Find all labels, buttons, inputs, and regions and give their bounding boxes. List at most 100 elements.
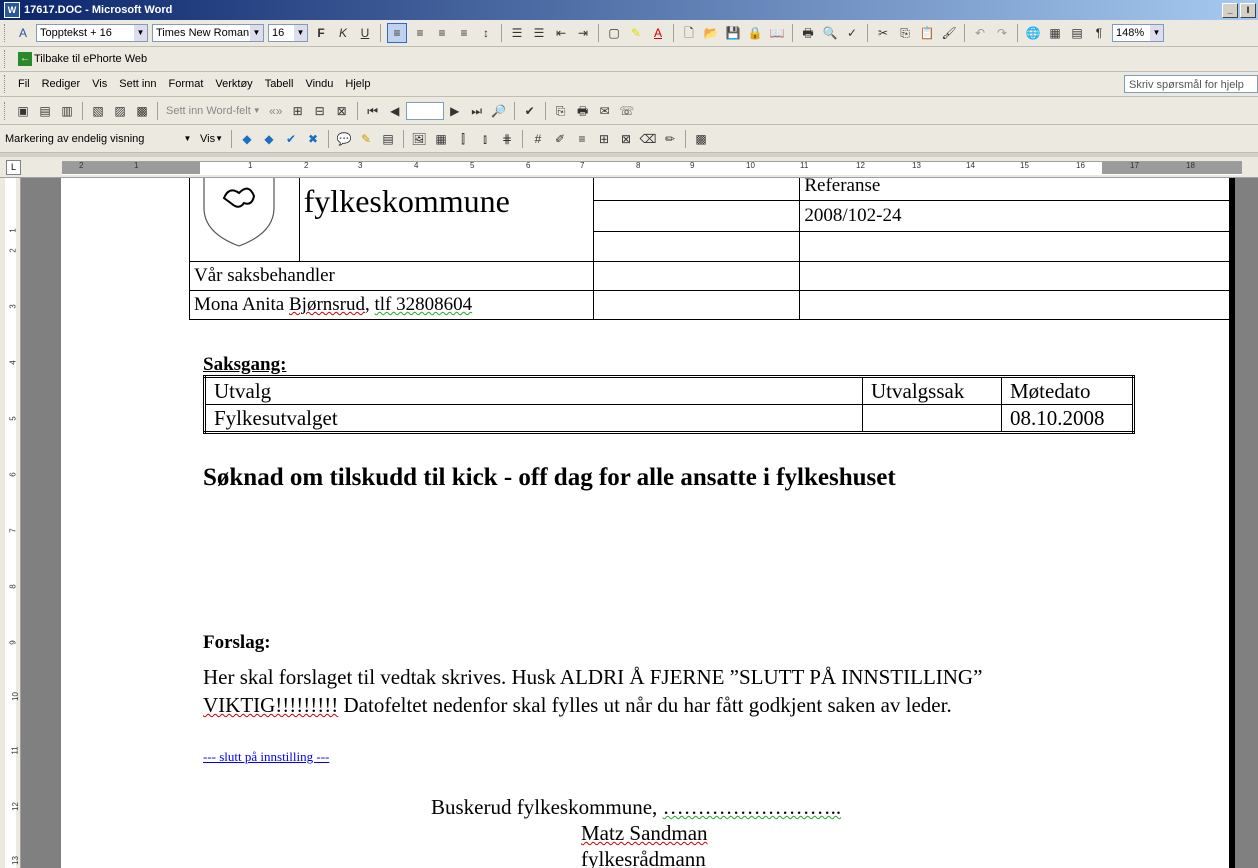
hyperlink-icon[interactable]: 🌐 <box>1024 24 1042 42</box>
menu-vis[interactable]: Vis <box>92 78 107 90</box>
bold-button[interactable]: F <box>312 24 330 42</box>
style-dropdown[interactable]: Topptekst + 16 ▼ <box>36 24 148 42</box>
eraser-icon[interactable]: ⌫ <box>639 130 657 148</box>
print-preview-icon[interactable]: 🔍 <box>821 24 839 42</box>
table-icon[interactable]: # <box>529 130 547 148</box>
record-number-input[interactable] <box>405 101 444 120</box>
paste-icon[interactable]: 📋 <box>918 24 936 42</box>
chevron-down-icon[interactable]: ▼ <box>250 25 263 41</box>
line-spacing-icon[interactable]: ↕ <box>477 24 495 42</box>
help-search-input[interactable]: Skriv spørsmål for hjelp <box>1124 75 1258 93</box>
menu-hjelp[interactable]: Hjelp <box>345 78 370 90</box>
vertical-ruler[interactable]: 1 2 3 4 5 6 7 8 9 10 11 12 13 <box>0 178 21 868</box>
insert-table-icon[interactable]: ▤ <box>1068 24 1086 42</box>
spelling-icon[interactable]: ✓ <box>843 24 861 42</box>
decrease-indent-icon[interactable]: ⇤ <box>552 24 570 42</box>
redo-icon[interactable]: ↷ <box>993 24 1011 42</box>
copy-icon[interactable]: ⎘ <box>896 24 914 42</box>
ruler-strip[interactable]: 1 2 3 4 5 6 7 8 9 10 11 12 13 <box>5 178 20 868</box>
permission-icon[interactable]: 🔒 <box>746 24 764 42</box>
open-data-source-icon[interactable]: ▤ <box>36 102 54 120</box>
distribute-rows-icon[interactable]: ⋕ <box>498 130 516 148</box>
toolbar-grip[interactable] <box>4 75 8 93</box>
main-document-setup-icon[interactable]: ▣ <box>14 102 32 120</box>
research-icon[interactable]: 📖 <box>768 24 786 42</box>
bullets-icon[interactable]: ☰ <box>530 24 548 42</box>
match-fields-icon[interactable]: ⊟ <box>311 102 329 120</box>
show-markup-button[interactable]: Vis ▼ <box>200 133 223 145</box>
cut-icon[interactable]: ✂ <box>874 24 892 42</box>
word-app-icon[interactable]: W <box>4 2 20 18</box>
reviewing-pane-icon[interactable]: ▤ <box>379 130 397 148</box>
merge-printer-icon[interactable]: 🖶 <box>574 102 592 120</box>
merge-fax-icon[interactable]: ☏ <box>618 102 636 120</box>
insert-picture-icon[interactable]: 🖼 <box>410 130 428 148</box>
merge-cells-icon[interactable]: ⊞ <box>595 130 613 148</box>
chevron-down-icon[interactable]: ▼ <box>134 25 147 41</box>
align-center-icon[interactable]: ≡ <box>411 24 429 42</box>
document-area[interactable]: fylkeskommune Referanse 2008/102-24 Vår … <box>21 178 1258 868</box>
tab-selector[interactable]: L <box>6 160 21 175</box>
reject-change-icon[interactable]: ✖ <box>304 130 322 148</box>
lines-icon[interactable]: ≡ <box>573 130 591 148</box>
previous-record-icon[interactable]: ◀ <box>386 102 404 120</box>
tables-borders-icon[interactable]: ▦ <box>1046 24 1064 42</box>
merge-new-document-icon[interactable]: ⎘ <box>552 102 570 120</box>
justify-icon[interactable]: ≡ <box>455 24 473 42</box>
draw-table-icon[interactable]: ✐ <box>551 130 569 148</box>
size-dropdown[interactable]: 16 ▼ <box>268 24 308 42</box>
menu-vindu[interactable]: Vindu <box>305 78 333 90</box>
autoformat-icon[interactable]: ▩ <box>692 130 710 148</box>
insert-chart-icon[interactable]: ▦ <box>432 130 450 148</box>
insert-word-field-button[interactable]: Sett inn Word-felt ▼ <box>166 105 261 117</box>
menu-fil[interactable]: Fil <box>18 78 30 90</box>
increase-indent-icon[interactable]: ⇥ <box>574 24 592 42</box>
next-record-icon[interactable]: ▶ <box>446 102 464 120</box>
save-icon[interactable]: 💾 <box>724 24 742 42</box>
ruler-strip[interactable]: 2 1 1 2 3 4 5 6 7 8 9 10 11 12 13 14 15 … <box>62 161 1242 175</box>
menu-verktoy[interactable]: Verktøy <box>215 78 252 90</box>
insert-greeting-icon[interactable]: ▨ <box>111 102 129 120</box>
menu-rediger[interactable]: Rediger <box>42 78 81 90</box>
align-left-icon[interactable]: ≡ <box>387 23 407 43</box>
first-record-icon[interactable]: ⏮ <box>364 102 382 120</box>
new-document-icon[interactable]: 🗋 <box>680 24 698 42</box>
insert-column-icon[interactable]: ⫿ <box>454 130 472 148</box>
propagate-labels-icon[interactable]: ⊠ <box>333 102 351 120</box>
check-errors-icon[interactable]: ✔ <box>521 102 539 120</box>
styles-icon[interactable]: A <box>14 24 32 42</box>
font-color-icon[interactable]: A <box>649 24 667 42</box>
delete-column-icon[interactable]: ⫾ <box>476 130 494 148</box>
highlight-merge-fields-icon[interactable]: ⊞ <box>289 102 307 120</box>
pen-icon[interactable]: ✏ <box>661 130 679 148</box>
chevron-down-icon[interactable]: ▼ <box>294 25 307 41</box>
chevron-down-icon[interactable]: ▼ <box>1150 25 1163 41</box>
new-comment-icon[interactable]: 💬 <box>335 130 353 148</box>
split-cells-icon[interactable]: ⊠ <box>617 130 635 148</box>
align-right-icon[interactable]: ≡ <box>433 24 451 42</box>
display-for-review-dropdown[interactable]: Markering av endelig visning ▼ <box>2 130 194 148</box>
toolbar-grip[interactable] <box>4 101 8 120</box>
zoom-dropdown[interactable]: 148% ▼ <box>1112 24 1164 42</box>
border-icon[interactable]: ▢ <box>605 24 623 42</box>
next-change-icon[interactable]: ◆ <box>260 130 278 148</box>
format-painter-icon[interactable]: 🖌 <box>940 24 958 42</box>
underline-button[interactable]: U <box>356 24 374 42</box>
horizontal-ruler[interactable]: L 2 1 1 2 3 4 5 6 7 8 9 10 11 12 13 14 1… <box>0 157 1258 178</box>
numbering-icon[interactable]: ☰ <box>508 24 526 42</box>
recipients-icon[interactable]: ▥ <box>58 102 76 120</box>
highlight-icon[interactable]: ✎ <box>627 24 645 42</box>
menu-format[interactable]: Format <box>169 78 204 90</box>
previous-change-icon[interactable]: ◆ <box>238 130 256 148</box>
back-to-ephorte-button[interactable]: ← Tilbake til ePhorte Web <box>16 52 147 66</box>
minimize-button[interactable]: _ <box>1222 3 1238 18</box>
print-icon[interactable]: 🖶 <box>799 24 817 42</box>
chevron-down-icon[interactable]: ▼ <box>181 131 194 147</box>
toolbar-grip[interactable] <box>4 50 8 68</box>
open-folder-icon[interactable]: 📂 <box>702 24 720 42</box>
menu-tabell[interactable]: Tabell <box>265 78 294 90</box>
view-merged-data-icon[interactable]: «» <box>267 102 285 120</box>
insert-merge-fields-icon[interactable]: ▩ <box>133 102 151 120</box>
find-entry-icon[interactable]: 🔎 <box>490 102 508 120</box>
merge-email-icon[interactable]: ✉ <box>596 102 614 120</box>
